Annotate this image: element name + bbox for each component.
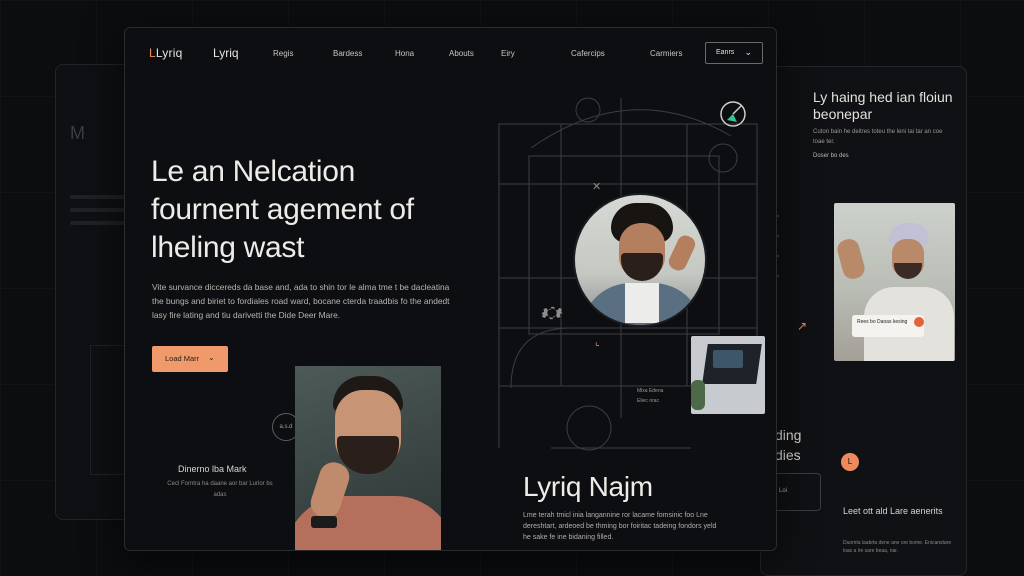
laptop-caption: Mixa Edena Eliec orac — [637, 386, 663, 406]
laptop-caption-line-2: Eliec orac — [637, 398, 659, 404]
cta-label: Load Marr — [165, 354, 200, 363]
right-panel-title: Ly haing hed ian floiun beonepar — [813, 89, 953, 122]
placeholder-lines — [70, 195, 130, 234]
nav-dropdown-button[interactable]: Eanrs ⌄ — [705, 42, 763, 64]
close-icon: ✕ — [592, 181, 602, 193]
profile-name: Lyriq Najm — [523, 471, 653, 502]
nav-button-label: Eanrs — [716, 49, 735, 56]
avatar-photo — [573, 193, 707, 327]
photo-tag: Rees bo Daoas kesing — [852, 315, 924, 337]
main-window: LLyriq Lyriq Regis Bardess Hona Abouts E… — [124, 27, 777, 551]
chevron-down-icon: ⌄ — [744, 47, 752, 57]
right-panel-subbody: Duomta laabrta dene ane ore bome. Enican… — [843, 540, 952, 554]
logo[interactable]: LLyriq — [149, 46, 182, 60]
right-panel-text: Cuton bain he deitres toteu the leni tai… — [813, 129, 943, 145]
profile-body: Lme terah tmicl inia langannine ror laca… — [523, 512, 717, 541]
right-panel-heading: ding dies — [775, 425, 801, 465]
corner-marker-icon: ⌞ — [595, 337, 600, 348]
right-panel-photo: Rees bo Daoas kesing — [834, 203, 955, 361]
hero-title-line-1: Le an Nelcation — [151, 155, 355, 188]
logo-text: Lyriq — [155, 46, 183, 60]
hero-body: Vite survance diccereds da base and, ada… — [152, 282, 450, 320]
brand-name[interactable]: Lyriq — [213, 46, 239, 60]
top-nav: LLyriq Lyriq Regis Bardess Hona Abouts E… — [125, 28, 776, 78]
hero-title: Le an Nelcation fournent agement of lhel… — [151, 153, 481, 267]
right-panel-button-label: Loi — [779, 488, 788, 494]
arrow-icon: ↗ — [797, 319, 808, 333]
clock-icon: L — [841, 453, 859, 471]
nav-item-regis[interactable]: Regis — [273, 49, 293, 58]
gauge-icon — [720, 101, 746, 127]
laptop-photo — [691, 336, 765, 414]
caption-title: Dinerno lba Mark — [178, 464, 247, 474]
heading-line-1: ding — [775, 427, 802, 443]
laptop-caption-line-1: Mixa Edena — [637, 388, 664, 394]
m-logo-icon: M — [70, 123, 85, 143]
nav-item-bardess[interactable]: Bardess — [333, 49, 362, 58]
hero-title-line-2: fournent agement of — [151, 193, 414, 226]
nav-item-eiry[interactable]: Eiry — [501, 49, 515, 58]
right-preview-panel: Ly haing hed ian floiun beonepar Cuton b… — [760, 66, 967, 576]
right-panel-subtitle: Leet ott ald Lare aenerits — [843, 506, 943, 516]
nav-item-cafercips[interactable]: Cafercips — [571, 49, 605, 58]
gear-icon — [541, 306, 563, 320]
heading-line-2: dies — [775, 447, 801, 463]
tag-dot-icon — [914, 317, 924, 327]
right-panel-link[interactable]: Doser bo des — [813, 153, 849, 159]
load-more-button[interactable]: Load Marr ⌄ — [152, 346, 228, 372]
nav-item-hona[interactable]: Hona — [395, 49, 414, 58]
chevron-down-icon: ⌄ — [208, 353, 215, 362]
nav-item-carmiers[interactable]: Carmiers — [650, 49, 682, 58]
hero-title-line-3: lheling wast — [151, 231, 305, 264]
nav-item-abouts[interactable]: Abouts — [449, 49, 474, 58]
caption-body: Cecl Forntra ha daane aor bar Lurlor bs … — [167, 481, 273, 498]
portrait-photo — [295, 366, 441, 550]
